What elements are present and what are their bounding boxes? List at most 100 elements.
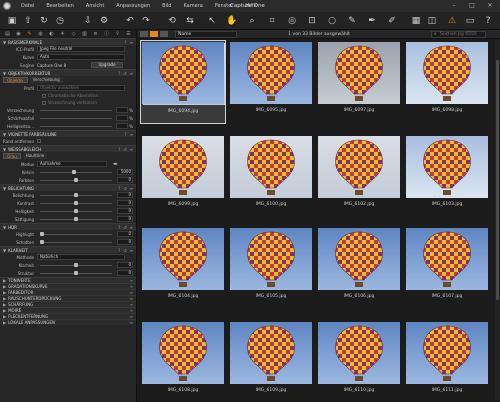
lens-tab-icon[interactable]: ◍ <box>36 31 45 37</box>
thumbnail[interactable]: • • • • • IMG_6108.jpg <box>140 320 226 402</box>
section-vignette[interactable]: ▼ VIGNETTE FARBSÄULINE ? ≡ <box>0 130 136 137</box>
saettigung-value[interactable]: 0 <box>117 216 133 222</box>
help-icon[interactable]: ? <box>118 71 120 76</box>
section-weissabgleich[interactable]: ▼ WEISSABGLEICH ? ↺ ≡ <box>0 145 136 152</box>
menu-anpassungen[interactable]: Anpassungen <box>110 3 156 9</box>
adjust-tab-icon[interactable]: ✎ <box>25 31 34 37</box>
pan-hand-icon[interactable]: ✋ <box>226 15 238 27</box>
helligkeitsabfall-value[interactable] <box>116 123 128 129</box>
section-klarheit[interactable]: ▼ KLARHEIT ? ↺ ≡ <box>0 246 136 253</box>
slider-knob[interactable] <box>74 209 78 213</box>
brush-icon[interactable]: ✎ <box>346 15 358 27</box>
thumbnail[interactable]: • • • • • IMG_6109.jpg <box>228 320 314 402</box>
help-icon[interactable]: ? <box>118 147 120 152</box>
menu-icon[interactable]: ≡ <box>130 147 133 152</box>
saettigung-slider[interactable] <box>40 217 112 221</box>
slider-knob[interactable] <box>74 217 78 221</box>
batch-tab-icon[interactable]: ☰ <box>124 31 133 37</box>
slider-knob[interactable] <box>74 201 78 205</box>
reset-icon[interactable]: ↺ <box>123 71 126 76</box>
helligkeit-slider[interactable] <box>40 209 112 213</box>
tab-verschiebung[interactable]: Verschiebung <box>29 77 63 83</box>
import-icon[interactable]: ▣ <box>6 15 18 27</box>
local-tab-icon[interactable]: ▥ <box>80 31 89 37</box>
struktur-slider[interactable] <box>40 271 112 275</box>
menu-datei[interactable]: Datei <box>15 3 40 9</box>
struktur-value[interactable]: 0 <box>117 270 133 276</box>
schaerfeabfall-slider[interactable] <box>40 117 112 119</box>
slider-knob[interactable] <box>74 193 78 197</box>
helligkeit-value[interactable]: 0 <box>117 208 133 214</box>
keystone-icon[interactable]: ⊡ <box>306 15 318 27</box>
grid-view-icon[interactable]: ▦ <box>410 15 422 27</box>
thumbnail[interactable]: • • • • • IMG_6100.jpg <box>228 134 314 218</box>
detail-tab-icon[interactable]: ◇ <box>69 31 78 37</box>
kelvin-value[interactable]: 5000 <box>117 169 133 175</box>
section-lokale-anpassungen[interactable]: ▶ LOKALE ANPASSUNGEN ≡ <box>0 319 136 325</box>
rotate-tool-icon[interactable]: ◎ <box>286 15 298 27</box>
highlight-value[interactable]: 0 <box>117 231 133 237</box>
section-basis[interactable]: ▼ BASISMERKMALE ? ≡ <box>0 38 136 45</box>
adjustments-tab-icon[interactable]: ≡ <box>91 31 100 37</box>
library-tab-icon[interactable]: ▤ <box>3 31 12 37</box>
rating-dots[interactable]: • • • • • <box>170 381 194 385</box>
rotate-icon[interactable]: ↻ <box>38 15 50 27</box>
exposure-tab-icon[interactable]: ☀ <box>58 31 67 37</box>
menu-bild[interactable]: Bild <box>156 3 177 9</box>
lens-profile-select[interactable]: Objektiv auswählen <box>37 85 125 91</box>
process-icon[interactable]: ⚙ <box>98 15 110 27</box>
reset-icon[interactable]: ↺ <box>123 147 126 152</box>
refine-distortion-checkbox[interactable]: Verzeichnung verfeinern <box>0 99 136 106</box>
curve-select[interactable]: Auto <box>37 54 125 60</box>
white-balance-mode-select[interactable]: Aufnahme <box>37 161 107 167</box>
picker-icon[interactable]: ✒ <box>366 15 378 27</box>
section-hdr[interactable]: ▼ HDR ? ↺ ≡ <box>0 223 136 230</box>
crop-icon[interactable]: ⌗ <box>266 15 278 27</box>
scrollbar-thumb[interactable] <box>496 60 499 300</box>
close-button[interactable]: ✕ <box>482 1 498 10</box>
thumbnail[interactable]: • • • • • IMG_6103.jpg <box>404 134 490 218</box>
rating-dots[interactable]: • • • • • <box>258 195 282 199</box>
rating-dots[interactable]: • • • • • <box>170 287 194 291</box>
annotate-icon[interactable]: ✐ <box>386 15 398 27</box>
fullscreen-icon[interactable]: ▭ <box>464 15 476 27</box>
highlight-slider[interactable] <box>40 232 112 236</box>
slider-knob[interactable] <box>40 240 44 244</box>
color-tab-icon[interactable]: ◐ <box>47 31 56 37</box>
menu-icon[interactable]: ≡ <box>130 320 133 325</box>
section-belichtung[interactable]: ▼ BELICHTUNG ? ↺ ≡ <box>0 184 136 191</box>
thumbnail[interactable]: • • • • • IMG_6102.jpg <box>316 134 402 218</box>
slider-knob[interactable] <box>74 263 78 267</box>
farbton-slider[interactable] <box>40 178 112 182</box>
schatten-value[interactable]: 0 <box>117 239 133 245</box>
minimize-button[interactable]: – <box>446 1 462 10</box>
rating-dots[interactable]: • • • • • <box>170 195 194 199</box>
rating-dots[interactable]: • • • • • <box>346 287 370 291</box>
warning-icon[interactable]: ⚠ <box>446 15 458 27</box>
menu-icon[interactable]: ≡ <box>130 71 133 76</box>
thumbnail[interactable] <box>140 40 226 124</box>
upload-icon[interactable]: ⇧ <box>22 15 34 27</box>
spot-icon[interactable]: ○ <box>326 15 338 27</box>
browser-scrollbar[interactable] <box>495 40 500 400</box>
help-icon[interactable]: ? <box>482 15 494 27</box>
cursor-icon[interactable]: ↖ <box>206 15 218 27</box>
verzeichnung-slider[interactable] <box>40 109 112 111</box>
slider-knob[interactable] <box>72 170 76 174</box>
metadata-tab-icon[interactable]: ⓘ <box>102 31 111 37</box>
tab-grau[interactable]: Grau <box>3 153 21 159</box>
verzeichnung-value[interactable] <box>116 107 128 113</box>
rating-dots[interactable]: • • • • • <box>434 381 458 385</box>
search-input[interactable]: ⌕ Suchen pg 6555 <box>431 31 486 38</box>
undo-icon[interactable]: ↶ <box>124 15 136 27</box>
thumbnail[interactable] <box>316 40 402 124</box>
menu-kamera[interactable]: Kamera <box>177 3 208 9</box>
schaerfeabfall-value[interactable] <box>116 115 128 121</box>
thumbnail[interactable]: • • • • • IMG_6104.jpg <box>140 226 226 310</box>
klarheit-slider[interactable] <box>40 263 112 267</box>
maximize-button[interactable]: □ <box>464 1 480 10</box>
copy-icon[interactable]: ⇆ <box>184 15 196 27</box>
kontrast-slider[interactable] <box>40 201 112 205</box>
export-icon[interactable]: ⇩ <box>82 15 94 27</box>
thumbnail[interactable]: • • • • • IMG_6105.jpg <box>228 226 314 310</box>
